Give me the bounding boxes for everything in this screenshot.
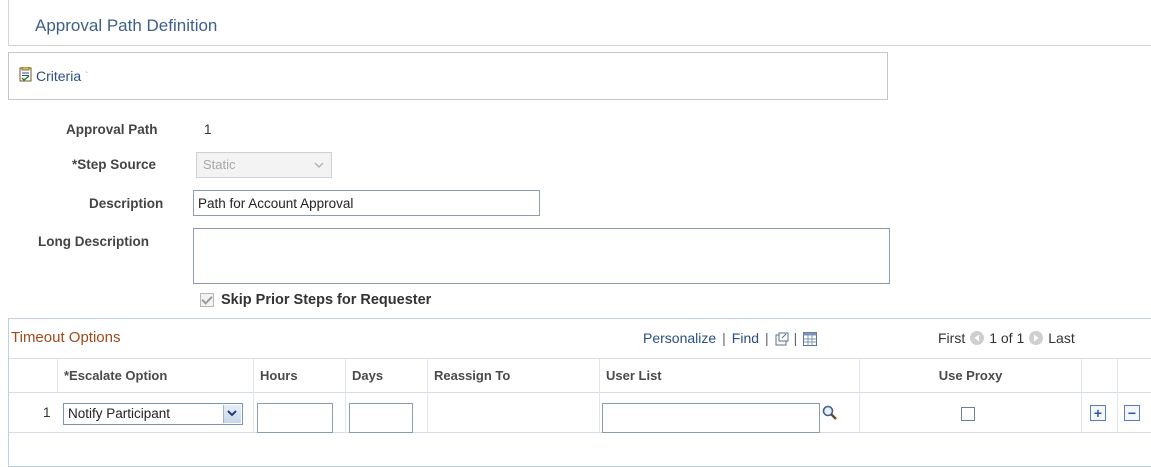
grid-paging: First 1 of 1 Last bbox=[938, 330, 1075, 346]
escalate-option-value: Notify Participant bbox=[68, 406, 171, 421]
col-delete bbox=[1117, 359, 1151, 393]
days-input[interactable] bbox=[349, 403, 413, 433]
find-link[interactable]: Find bbox=[732, 330, 759, 346]
nav-separator: | bbox=[722, 330, 726, 346]
timeout-options-grid: Timeout Options Personalize | Find | | F… bbox=[8, 318, 1151, 467]
view-all-icon[interactable] bbox=[775, 332, 789, 345]
col-escalate-option: *Escalate Option bbox=[57, 359, 253, 393]
description-label: Description bbox=[89, 196, 164, 211]
approval-path-value: 1 bbox=[204, 122, 212, 137]
add-row-button[interactable]: + bbox=[1090, 405, 1106, 421]
grid-column-headers: *Escalate Option Hours Days Reassign To … bbox=[9, 359, 1151, 393]
criteria-caret: ` bbox=[85, 70, 89, 82]
step-source-label: *Step Source bbox=[72, 157, 157, 172]
approval-path-label: Approval Path bbox=[66, 122, 158, 137]
criteria-label: Criteria bbox=[36, 68, 82, 84]
criteria-link[interactable]: Criteria ` bbox=[19, 66, 89, 85]
step-source-value: Static bbox=[203, 157, 236, 172]
skip-prior-steps-checkbox bbox=[200, 293, 214, 307]
use-proxy-checkbox[interactable] bbox=[961, 407, 975, 421]
col-add bbox=[1081, 359, 1117, 393]
download-grid-icon[interactable] bbox=[803, 331, 818, 346]
long-description-label: Long Description bbox=[38, 234, 149, 249]
escalate-option-select[interactable]: Notify Participant bbox=[63, 403, 243, 425]
previous-arrow-icon[interactable] bbox=[970, 331, 985, 345]
table-row: 1 Notify Participant + − bbox=[9, 393, 1151, 433]
grid-nav: Personalize | Find | | bbox=[643, 330, 818, 346]
col-use-proxy: Use Proxy bbox=[859, 359, 1081, 393]
hours-input[interactable] bbox=[257, 403, 333, 433]
delete-row-button[interactable]: − bbox=[1124, 405, 1140, 421]
nav-separator: | bbox=[793, 330, 798, 346]
skip-prior-steps-row: Skip Prior Steps for Requester bbox=[200, 292, 431, 308]
chevron-down-icon[interactable] bbox=[223, 405, 241, 423]
col-hours: Hours bbox=[253, 359, 345, 393]
next-arrow-icon[interactable] bbox=[1029, 331, 1044, 345]
page-title: Approval Path Definition bbox=[35, 16, 218, 35]
col-days: Days bbox=[345, 359, 427, 393]
row-number: 1 bbox=[43, 405, 51, 420]
criteria-section: Criteria ` bbox=[8, 52, 888, 100]
user-list-input[interactable] bbox=[602, 403, 820, 433]
criteria-icon bbox=[19, 66, 33, 85]
first-link[interactable]: First bbox=[938, 330, 965, 346]
step-source-select: Static bbox=[196, 152, 332, 178]
nav-separator: | bbox=[765, 330, 769, 346]
col-reassign-to: Reassign To bbox=[427, 359, 599, 393]
page-header: Approval Path Definition bbox=[8, 0, 1151, 46]
long-description-textarea[interactable] bbox=[193, 228, 890, 284]
search-icon[interactable] bbox=[822, 405, 838, 424]
description-input[interactable] bbox=[193, 190, 540, 216]
col-user-list: User List bbox=[599, 359, 859, 393]
row-number-cell: 1 bbox=[9, 393, 57, 433]
page-count: 1 of 1 bbox=[989, 330, 1025, 346]
personalize-link[interactable]: Personalize bbox=[643, 330, 716, 346]
grid-header-bar: Timeout Options Personalize | Find | | F… bbox=[9, 319, 1151, 359]
reassign-to-cell bbox=[427, 393, 599, 433]
skip-prior-steps-label: Skip Prior Steps for Requester bbox=[221, 292, 432, 308]
grid-title: Timeout Options bbox=[11, 329, 121, 346]
chevron-down-icon bbox=[313, 159, 325, 171]
col-row-number bbox=[9, 359, 57, 393]
last-link[interactable]: Last bbox=[1048, 330, 1074, 346]
